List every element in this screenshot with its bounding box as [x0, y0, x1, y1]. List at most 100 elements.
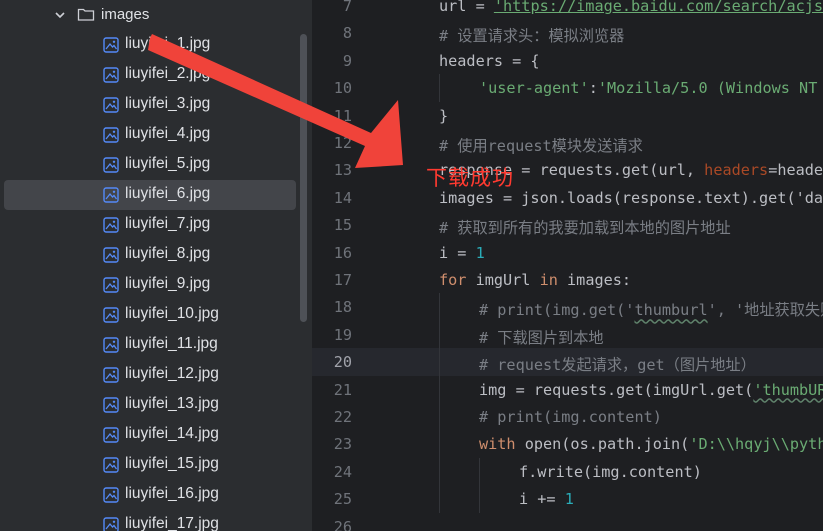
code-token: 'thumbURL' — [753, 380, 823, 399]
file-row[interactable]: liuyifei_15.jpg — [4, 450, 296, 480]
code-token: i += — [519, 490, 565, 509]
line-number: 10 — [333, 79, 352, 98]
file-row[interactable]: liuyifei_7.jpg — [4, 210, 296, 240]
code-token: thumburl — [634, 301, 708, 320]
file-label: liuyifei_14.jpg — [125, 425, 219, 442]
image-file-icon — [103, 217, 119, 233]
code-line[interactable]: 10 'user-agent':'Mozilla/5.0 (Windows NT … — [312, 74, 823, 102]
code-line[interactable]: 20 # request发起请求，get（图片地址） — [312, 348, 823, 376]
file-row[interactable]: liuyifei_4.jpg — [4, 120, 296, 150]
line-number: 11 — [333, 106, 352, 125]
code-line[interactable]: 23 with open(os.path.join('D:\\hqyj\\pyth… — [312, 430, 823, 458]
file-label: liuyifei_11.jpg — [125, 335, 218, 352]
line-number: 17 — [333, 271, 352, 289]
image-file-icon — [103, 277, 119, 293]
file-label: liuyifei_12.jpg — [125, 365, 219, 382]
code-token: =headers) — [768, 161, 823, 180]
line-number: 19 — [333, 325, 352, 344]
code-line[interactable]: 26 — [312, 513, 823, 531]
code-text: # request发起请求，get（图片地址） — [479, 353, 756, 375]
indent-guide — [479, 485, 480, 513]
image-file-icon — [103, 517, 119, 531]
code-token: 'Mozilla/5.0 (Windows NT 10.0 — [597, 79, 818, 98]
code-line[interactable]: 7 url = 'https://image.baidu.com/search/a… — [312, 0, 823, 19]
code-token: images: — [567, 271, 632, 289]
code-token: 'D:\\hqyj\\pythonPro — [689, 435, 823, 454]
file-row[interactable]: liuyifei_5.jpg — [4, 150, 296, 180]
file-row[interactable]: liuyifei_10.jpg — [4, 300, 296, 330]
file-row[interactable]: liuyifei_13.jpg — [4, 390, 296, 420]
code-token: headers = { — [439, 51, 540, 70]
tree-scrollbar[interactable] — [300, 34, 307, 322]
code-text: with open(os.path.join('D:\\hqyj\\python… — [479, 435, 823, 453]
code-token: ', '地址获取失败')) — [707, 301, 823, 320]
file-row[interactable]: liuyifei_1.jpg — [4, 30, 296, 60]
code-text: # 下载图片到本地 — [479, 326, 604, 348]
code-token: 1 — [564, 490, 574, 509]
code-line[interactable]: 13 response = requests.get(url, headers=h… — [312, 156, 823, 183]
folder-icon — [77, 8, 95, 21]
code-token: in — [539, 271, 568, 289]
file-row[interactable]: liuyifei_8.jpg — [4, 240, 296, 270]
chevron-down-icon[interactable] — [54, 9, 66, 21]
file-label: liuyifei_4.jpg — [125, 125, 211, 142]
code-text: # 使用request模块发送请求 — [439, 134, 643, 156]
code-line[interactable]: 24 f.write(img.content) — [312, 457, 823, 486]
code-line[interactable]: 25 i += 1 — [312, 485, 823, 513]
code-token: for — [439, 271, 476, 289]
code-editor[interactable]: 7 url = 'https://image.baidu.com/search/a… — [312, 0, 823, 531]
file-row[interactable]: liuyifei_3.jpg — [4, 90, 296, 120]
file-row[interactable]: liuyifei_2.jpg — [4, 60, 296, 90]
image-file-icon — [103, 337, 119, 353]
code-line[interactable]: 18 # print(img.get('thumburl', '地址获取失败')) — [312, 293, 823, 321]
code-text: # print(img.get('thumburl', '地址获取失败')) — [479, 298, 823, 320]
code-line[interactable]: 9 headers = { — [312, 47, 823, 74]
code-token: headers — [704, 161, 769, 180]
code-text: # 获取到所有的我要加载到本地的图片地址 — [439, 216, 731, 238]
code-text: i += 1 — [519, 490, 574, 508]
file-row[interactable]: liuyifei_9.jpg — [4, 270, 296, 300]
image-file-icon — [103, 397, 119, 413]
file-label: liuyifei_8.jpg — [125, 245, 211, 262]
line-number: 16 — [333, 243, 352, 262]
code-line[interactable]: 14 images = json.loads(response.text).get… — [312, 184, 823, 211]
line-number: 18 — [333, 298, 352, 317]
file-row[interactable]: liuyifei_14.jpg — [4, 420, 296, 450]
project-tree: images liuyifei_1.jpg liuyifei_2.jpg liuyi… — [0, 0, 312, 531]
code-line[interactable]: 21 img = requests.get(imgUrl.get('thumbUR… — [312, 375, 823, 403]
indent-guide — [439, 403, 440, 431]
image-file-icon — [103, 487, 119, 503]
code-line[interactable]: 8 # 设置请求头：模拟浏览器 — [312, 19, 823, 46]
file-row[interactable]: liuyifei_12.jpg — [4, 360, 296, 390]
image-file-icon — [103, 457, 119, 473]
code-text: # 设置请求头：模拟浏览器 — [439, 24, 624, 46]
indent-guide — [439, 74, 440, 102]
indent-guide — [439, 485, 440, 513]
code-line[interactable]: 16 i = 1 — [312, 239, 823, 266]
code-token: img = requests.get(imgUrl.get( — [479, 380, 754, 399]
folder-label: images — [101, 6, 150, 23]
code-line[interactable]: 15 # 获取到所有的我要加载到本地的图片地址 — [312, 211, 823, 238]
code-line[interactable]: 19 # 下载图片到本地 — [312, 320, 823, 349]
image-file-icon — [103, 67, 119, 83]
annotation-label: 下载成功 — [426, 166, 514, 190]
image-file-icon — [103, 97, 119, 113]
code-line[interactable]: 11} — [312, 102, 823, 129]
file-row[interactable]: liuyifei_11.jpg — [4, 330, 296, 360]
file-label: liuyifei_5.jpg — [125, 155, 211, 172]
line-number: 7 — [342, 0, 352, 15]
image-file-icon — [103, 127, 119, 143]
file-row[interactable]: liuyifei_6.jpg — [4, 180, 296, 210]
code-token: # 下载图片到本地 — [479, 328, 604, 347]
line-number: 24 — [333, 462, 352, 481]
file-row[interactable]: liuyifei_16.jpg — [4, 480, 296, 510]
line-number: 25 — [333, 490, 352, 509]
code-line[interactable]: 22 # print(img.content) — [312, 403, 823, 431]
code-line[interactable]: 12 # 使用request模块发送请求 — [312, 129, 823, 156]
folder-row-images[interactable]: images — [0, 0, 300, 30]
line-number: 22 — [333, 408, 352, 426]
code-line[interactable]: 17 for imgUrl in images: — [312, 266, 823, 293]
image-file-icon — [103, 247, 119, 263]
line-number: 13 — [333, 161, 352, 180]
file-row[interactable]: liuyifei_17.jpg — [4, 510, 296, 531]
